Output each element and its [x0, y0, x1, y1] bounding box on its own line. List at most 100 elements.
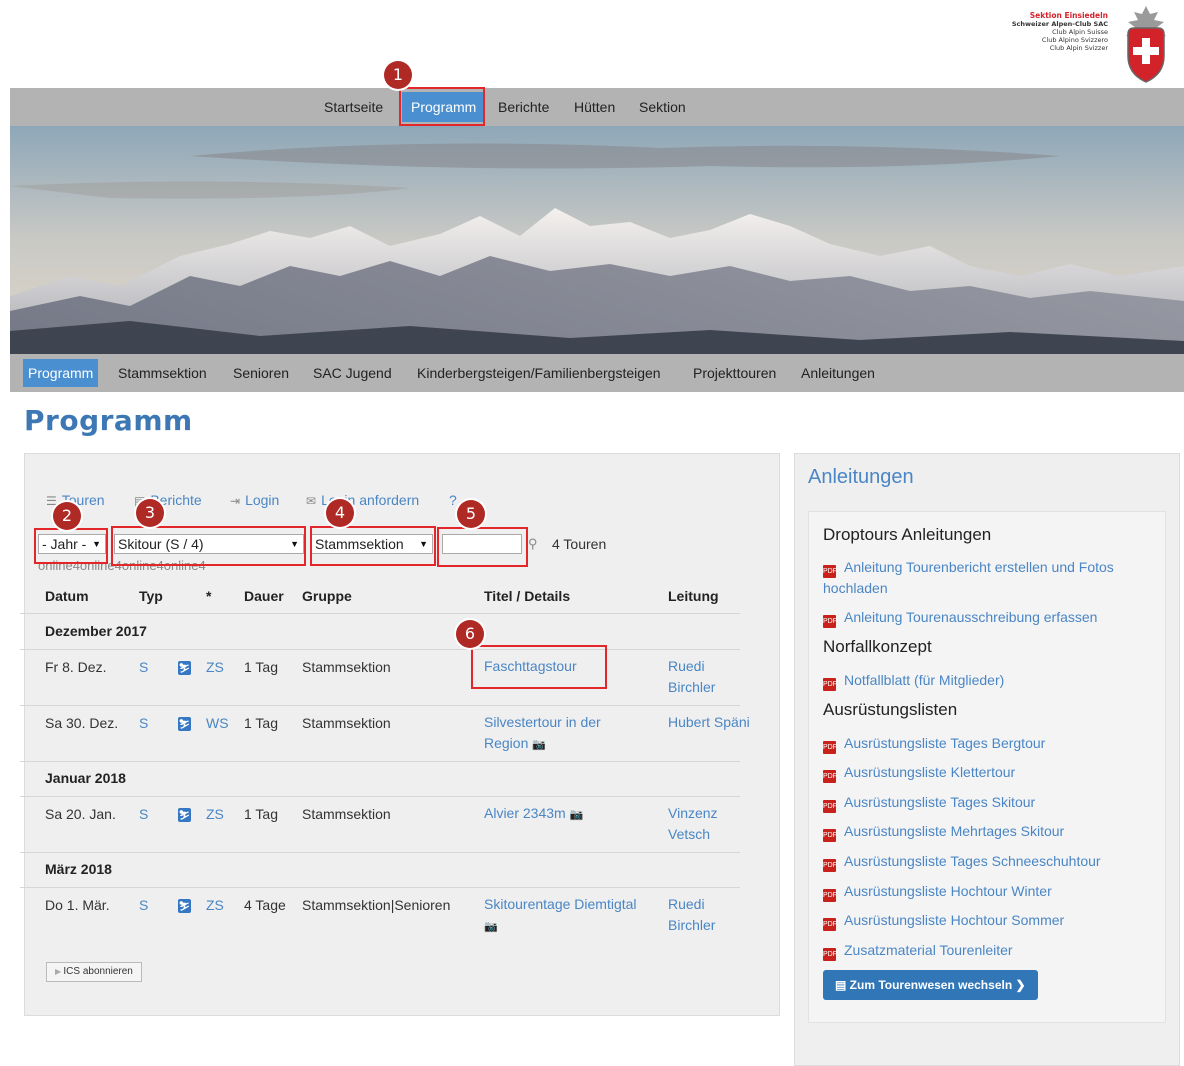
pdf-icon: PDF: [823, 678, 837, 691]
step-badge-4: 4: [326, 499, 354, 527]
divider: [20, 796, 740, 797]
tour-difficulty[interactable]: WS: [206, 715, 229, 731]
pdf-icon: PDF: [823, 948, 837, 961]
skier-icon: ⛷: [178, 717, 191, 731]
sidebar-heading: Norfallkonzept: [823, 637, 932, 656]
pdf-icon: PDF: [823, 859, 837, 872]
tour-type-link[interactable]: S: [139, 806, 148, 822]
ics-subscribe-button[interactable]: ▶ ICS abonnieren: [46, 962, 142, 982]
step-badge-5: 5: [457, 500, 485, 528]
tourenwesen-button[interactable]: ▤ Zum Tourenwesen wechseln ❯: [823, 970, 1038, 1000]
sidebar-link[interactable]: PDF Ausrüstungsliste Tages Bergtour: [823, 733, 1143, 754]
tour-difficulty[interactable]: ZS: [206, 897, 224, 913]
club-name-rm: Club Alpin Svizzer: [1049, 44, 1108, 52]
subnav-item-sac-jugend[interactable]: SAC Jugend: [313, 354, 392, 392]
subnav-item-programm[interactable]: Programm: [23, 359, 99, 387]
divider: [20, 852, 740, 853]
sidebar-heading: Droptours Anleitungen: [823, 525, 992, 544]
pdf-icon: PDF: [823, 565, 837, 578]
month-heading: März 2018: [45, 861, 112, 877]
divider: [20, 887, 740, 888]
pdf-icon: PDF: [823, 918, 837, 931]
month-heading: Dezember 2017: [45, 623, 147, 639]
camera-icon: 📷: [569, 809, 584, 821]
tour-leader-link[interactable]: Hubert Späni: [668, 712, 758, 733]
col-header-typ[interactable]: Typ: [139, 588, 163, 604]
nav-item-berichte[interactable]: Berichte: [498, 88, 549, 126]
tour-date: Sa 30. Dez.: [45, 715, 119, 731]
col-header-datum[interactable]: Datum: [45, 588, 89, 604]
tour-type-link[interactable]: S: [139, 897, 148, 913]
tour-title-link[interactable]: Skitourentage Diemtigtal 📷: [484, 894, 654, 938]
col-header-star: *: [206, 588, 212, 604]
subnav-item-stammsektion[interactable]: Stammsektion: [118, 354, 207, 392]
tour-title-link[interactable]: Silvestertour in der Region 📷: [484, 712, 634, 756]
skier-icon: ⛷: [178, 808, 191, 822]
camera-icon: 📷: [532, 739, 546, 751]
list-icon: ▤: [835, 978, 850, 992]
sidebar-heading: Ausrüstungslisten: [823, 700, 958, 719]
search-icon[interactable]: ⚲: [528, 536, 538, 552]
tour-leader-link[interactable]: Ruedi Birchler: [668, 656, 748, 698]
chevron-right-icon: ❯: [1012, 978, 1026, 992]
divider: [20, 705, 740, 706]
tour-duration: 1 Tag: [244, 659, 278, 675]
highlight-box-2: [34, 528, 108, 564]
subnav-item-senioren[interactable]: Senioren: [233, 354, 289, 392]
sidebar-link[interactable]: PDF Ausrüstungsliste Hochtour Sommer: [823, 910, 1143, 931]
col-header-leitung[interactable]: Leitung: [668, 588, 719, 604]
tour-type-link[interactable]: S: [139, 659, 148, 675]
subnav-item-kinderbergsteigen[interactable]: Kinderbergsteigen/Familienbergsteigen: [417, 354, 661, 392]
nav-item-startseite[interactable]: Startseite: [324, 88, 383, 126]
tour-group: Stammsektion: [302, 659, 391, 675]
main-navigation: Startseite Programm Berichte Hütten Sekt…: [10, 88, 1184, 126]
help-link[interactable]: ?: [449, 492, 457, 508]
tour-duration: 4 Tage: [244, 897, 286, 913]
sidebar-link[interactable]: PDF Zusatzmaterial Tourenleiter: [823, 940, 1143, 961]
nav-item-huetten[interactable]: Hütten: [574, 88, 615, 126]
sidebar-link[interactable]: PDF Notfallblatt (für Mitglieder): [823, 670, 1143, 691]
pdf-icon: PDF: [823, 889, 837, 902]
tour-difficulty[interactable]: ZS: [206, 659, 224, 675]
page-title: Programm: [24, 404, 193, 437]
list-icon: ☰: [46, 494, 57, 508]
pdf-icon: PDF: [823, 741, 837, 754]
subnav-item-projekttouren[interactable]: Projekttouren: [693, 354, 776, 392]
tour-title-link[interactable]: Alvier 2343m 📷: [484, 803, 654, 826]
tour-date: Fr 8. Dez.: [45, 659, 107, 675]
tour-type-link[interactable]: S: [139, 715, 148, 731]
sidebar-link[interactable]: PDF Anleitung Tourenausschreibung erfasse…: [823, 607, 1143, 628]
subnav-item-anleitungen[interactable]: Anleitungen: [801, 354, 875, 392]
sidebar-link[interactable]: PDF Ausrüstungsliste Mehrtages Skitour: [823, 821, 1143, 842]
month-heading: Januar 2018: [45, 770, 126, 786]
sidebar-link[interactable]: PDF Ausrüstungsliste Hochtour Winter: [823, 881, 1143, 902]
sidebar-link[interactable]: PDF Ausrüstungsliste Tages Skitour: [823, 792, 1143, 813]
sidebar-link[interactable]: PDF Ausrüstungsliste Klettertour: [823, 762, 1143, 783]
club-name-de: Schweizer Alpen-Club SAC: [1011, 20, 1108, 28]
tour-duration: 1 Tag: [244, 806, 278, 822]
club-name-it: Club Alpino Svizzero: [1041, 36, 1108, 44]
tour-leader-link[interactable]: Ruedi Birchler: [668, 894, 748, 936]
col-header-titel[interactable]: Titel / Details: [484, 588, 570, 604]
col-header-gruppe[interactable]: Gruppe: [302, 588, 352, 604]
nav-item-sektion[interactable]: Sektion: [639, 88, 686, 126]
col-header-dauer[interactable]: Dauer: [244, 588, 284, 604]
sidebar-title: Anleitungen: [808, 466, 914, 488]
tour-leader-link[interactable]: Vinzenz Vetsch: [668, 803, 748, 845]
pdf-icon: PDF: [823, 800, 837, 813]
step-badge-1: 1: [384, 61, 412, 89]
login-anfordern-link[interactable]: ✉ Login anfordern: [306, 492, 419, 508]
tour-group: Stammsektion: [302, 715, 391, 731]
login-icon: ⇥: [230, 494, 241, 508]
skier-icon: ⛷: [178, 899, 191, 913]
program-subnavigation: Programm Stammsektion Senioren SAC Jugen…: [10, 354, 1184, 392]
divider: [20, 649, 740, 650]
tour-date: Sa 20. Jan.: [45, 806, 116, 822]
sidebar-link[interactable]: PDF Ausrüstungsliste Tages Schneeschuhtou…: [823, 851, 1143, 872]
tour-group: Stammsektion|Senioren: [302, 897, 451, 913]
tour-duration: 1 Tag: [244, 715, 278, 731]
step-badge-3: 3: [136, 499, 164, 527]
sidebar-link[interactable]: PDF Anleitung Tourenbericht erstellen und…: [823, 557, 1143, 599]
login-link[interactable]: ⇥ Login: [230, 492, 279, 508]
tour-difficulty[interactable]: ZS: [206, 806, 224, 822]
